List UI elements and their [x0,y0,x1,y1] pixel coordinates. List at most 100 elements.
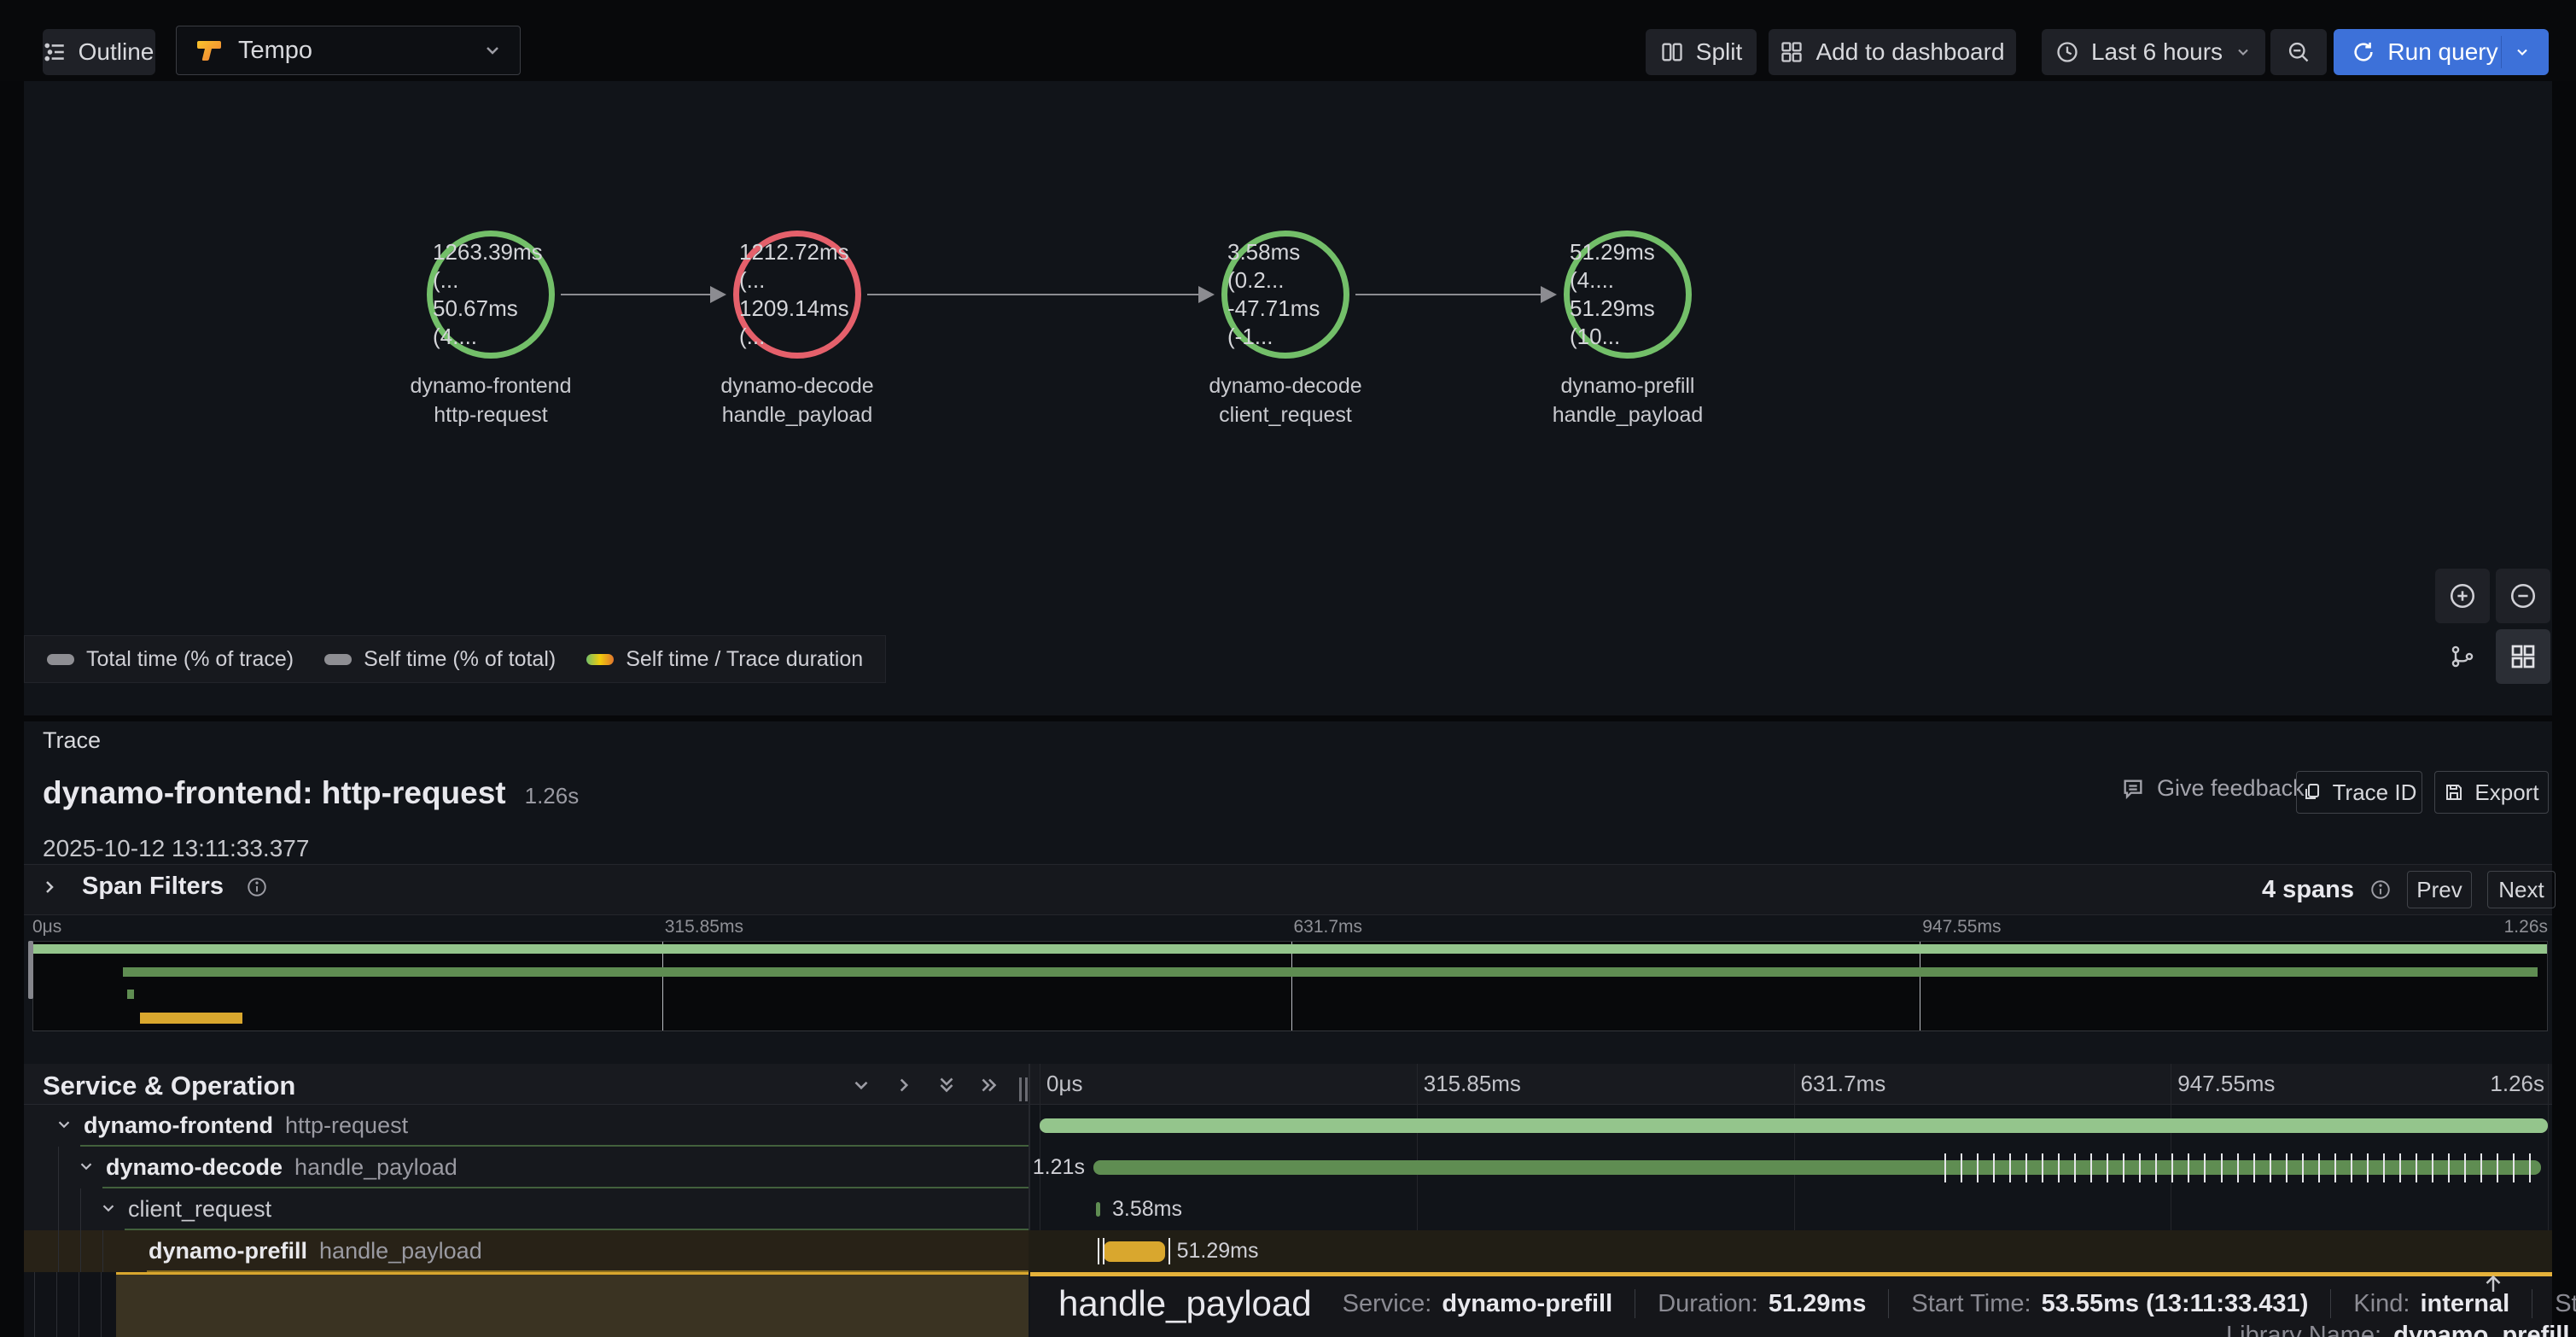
timeline-axis-label: 1.26s [2403,1071,2544,1097]
trace-graph-node[interactable]: 1212.72ms (...1209.14ms (... [733,231,861,359]
span-duration-bar[interactable] [1104,1241,1165,1262]
span-row[interactable]: dynamo-prefillhandle_payload51.29ms [24,1230,2552,1272]
legend-label: Self time (% of total) [364,647,556,672]
span-event-tick [2351,1153,2352,1182]
library-name-value: dynamo_prefill [2393,1322,2569,1337]
timeline-axis-label: 947.55ms [2177,1071,2275,1097]
indent-guide [58,1230,59,1272]
node-self-time: 50.67ms (4.... [433,295,549,351]
trace-graph-node[interactable]: 51.29ms (4....51.29ms (10... [1564,231,1692,359]
trace-id-button[interactable]: Trace ID [2296,771,2422,814]
collapse-one-icon[interactable] [850,1074,872,1096]
span-detail-field: Start Time:53.55ms (13:11:33.431) [1911,1290,2308,1318]
span-event-tick [2221,1153,2223,1182]
span-event-tick [2432,1153,2433,1182]
span-event-tick [2529,1153,2531,1182]
span-row[interactable]: dynamo-frontend http-request [24,1105,2552,1147]
expand-one-icon[interactable] [893,1074,915,1096]
span-name-cell[interactable]: dynamo-frontend http-request [24,1105,1029,1147]
span-duration-bar[interactable] [1093,1160,2541,1175]
trace-title-row: dynamo-frontend: http-request 1.26s [43,775,579,811]
span-duration-bar[interactable] [1096,1202,1100,1217]
graph-zoom-in-button[interactable] [2435,569,2490,623]
span-name-cell[interactable]: dynamo-decodehandle_payload [24,1147,1029,1188]
node-self-time: -47.71ms (-1... [1227,295,1343,351]
span-event-tick [2302,1153,2304,1182]
span-event-tick [2090,1153,2092,1182]
span-event-tick [2286,1153,2288,1182]
span-event-tick [2107,1153,2108,1182]
span-name-cell[interactable]: dynamo-prefillhandle_payload [24,1230,1029,1272]
span-name-cell[interactable]: client_request [24,1188,1029,1230]
info-circle-icon [2369,879,2392,901]
legend-label: Total time (% of trace) [86,647,294,672]
span-detail-title: handle_payload [1058,1283,1312,1324]
node-label: dynamo-frontendhttp-request [337,371,644,429]
field-value: 51.29ms [1769,1290,1867,1318]
info-circle-icon [246,876,268,898]
span-detail-fields: Service:dynamo-prefillDuration:51.29msSt… [1343,1289,2576,1318]
minimap-drag-handle[interactable] [28,941,33,999]
prev-span-button[interactable]: Prev [2407,871,2472,908]
span-filters-toggle[interactable]: Span Filters [39,873,268,901]
expand-all-icon[interactable] [978,1074,1000,1096]
span-event-tick [2334,1153,2336,1182]
span-event-tick [1961,1153,1962,1182]
row-chevron-down-icon[interactable] [99,1199,118,1217]
span-count-group: 4 spans Prev Next [2262,871,2556,908]
span-duration-label: 1.21s [1033,1147,1085,1188]
indent-guide [80,1188,81,1230]
indent-guide [80,1230,81,1272]
node-operation-name: http-request [337,400,644,429]
graph-layout-grid-button[interactable] [2496,629,2550,684]
span-duration-bar[interactable] [1040,1118,2548,1133]
span-detail-field: Status:unset [2555,1290,2576,1318]
graph-edge-arrowhead [1198,286,1215,303]
span-filters-title: Span Filters [82,873,224,901]
trace-graph-node[interactable]: 1263.39ms (...50.67ms (4.... [427,231,555,359]
field-divider [1888,1289,1889,1318]
trace-minimap[interactable] [32,941,2548,1031]
scroll-to-top-icon[interactable] [2480,1270,2506,1296]
row-chevron-down-icon[interactable] [77,1157,96,1176]
detail-left-block [116,1272,1029,1337]
field-value: 53.55ms (13:11:33.431) [2042,1290,2309,1318]
span-filters-bar[interactable] [24,864,2552,915]
span-event-tick [2253,1153,2255,1182]
trace-timestamp: 2025-10-12 13:11:33.377 [43,835,309,862]
row-chevron-down-icon[interactable] [55,1115,73,1134]
next-span-button[interactable]: Next [2487,871,2556,908]
minimap-span-bar [127,990,134,999]
collapse-all-icon[interactable] [935,1074,958,1096]
span-row[interactable]: client_request3.58ms [24,1188,2552,1230]
graph-zoom-out-button[interactable] [2496,569,2550,623]
timeline-axis-label: 315.85ms [1424,1071,1521,1097]
span-event-tick [2074,1153,2076,1182]
give-feedback-link[interactable]: Give feedback [2121,775,2305,802]
span-event-tick [2139,1153,2141,1182]
span-operation-name: handle_payload [294,1154,458,1181]
minimap-axis-label: 0μs [32,917,61,937]
graph-layout-tree-button[interactable] [2435,629,2490,684]
node-operation-name: handle_payload [1474,400,1781,429]
span-operation-name: client_request [128,1196,271,1223]
minimap-gridline [662,942,663,1030]
comment-icon [2121,777,2145,801]
span-service-name: dynamo-frontend [84,1112,273,1139]
detail-indent-strip [24,1272,116,1337]
graph-edge [867,294,1200,295]
trace-id-label: Trace ID [2333,779,2417,806]
span-service-name: dynamo-prefill [149,1238,307,1264]
trace-graph-node[interactable]: 3.58ms (0.2...-47.71ms (-1... [1221,231,1349,359]
export-button[interactable]: Export [2434,771,2549,814]
span-row[interactable]: dynamo-decodehandle_payload 1.21s [24,1147,2552,1188]
span-operation-name: http-request [285,1112,408,1139]
node-total-time: 1212.72ms (... [739,238,855,295]
timeline-axis-label: 631.7ms [1801,1071,1886,1097]
field-label: Kind: [2353,1290,2410,1318]
field-label: Status: [2555,1290,2576,1318]
span-name: dynamo-decodehandle_payload [106,1147,458,1188]
legend-label: Self time / Trace duration [626,647,863,672]
span-event-tick [2009,1153,2011,1182]
span-boundary-tick [1098,1238,1099,1264]
